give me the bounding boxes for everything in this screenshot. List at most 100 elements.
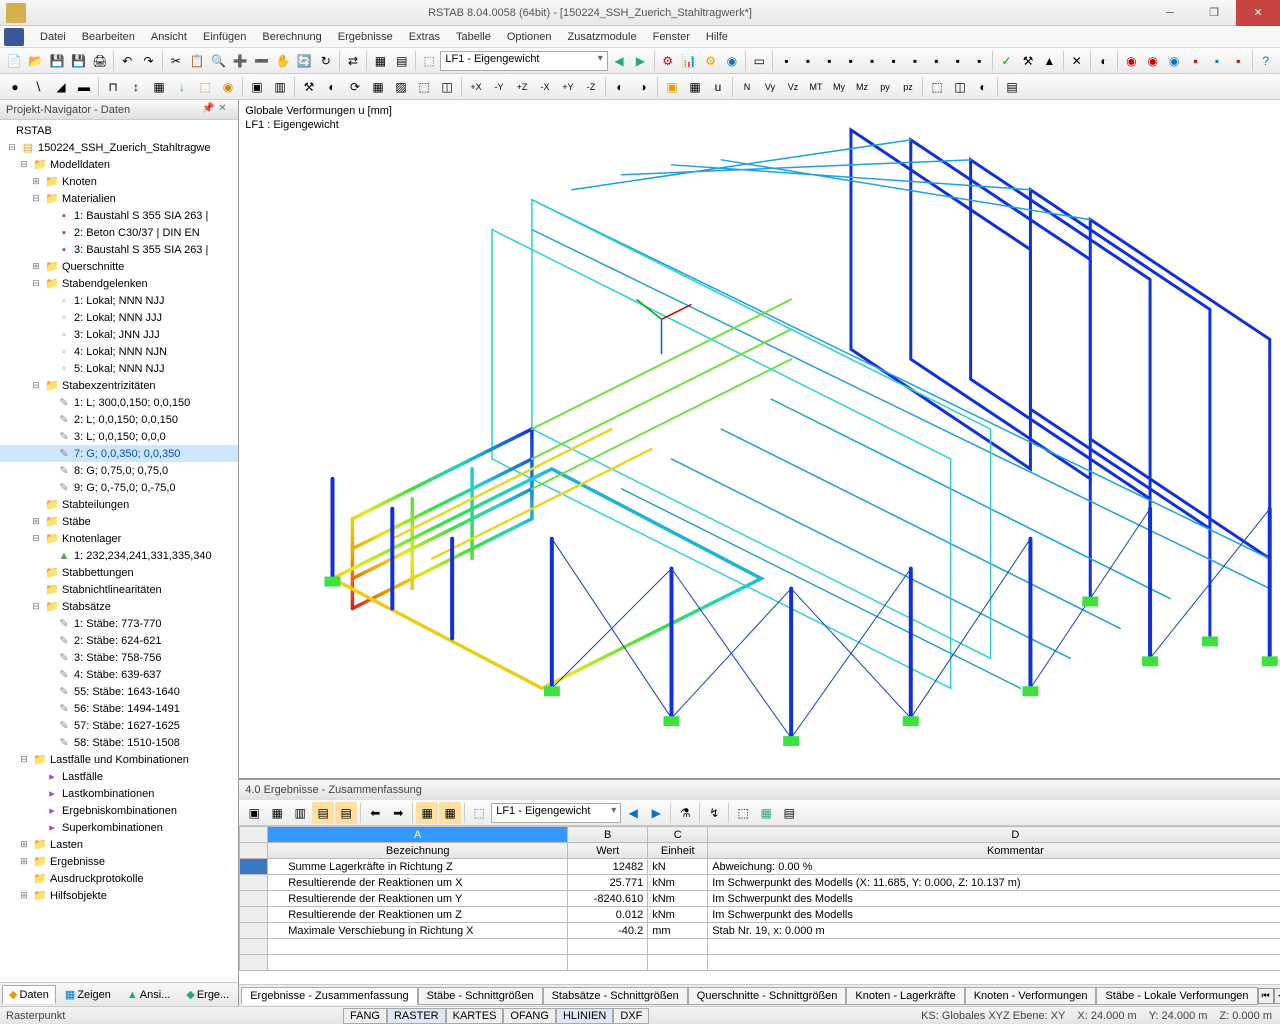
- new-icon[interactable]: 📄: [4, 50, 24, 72]
- t13-icon[interactable]: ▲: [1039, 50, 1059, 72]
- tree-ss-4[interactable]: ✎4: Stäbe: 639-637: [0, 666, 238, 683]
- zoom-icon[interactable]: 🔍: [209, 50, 229, 72]
- menu-ansicht[interactable]: Ansicht: [143, 29, 195, 45]
- res-tab-stabsaetze[interactable]: Stabsätze - Schnittgrößen: [543, 987, 688, 1005]
- menu-ergebnisse[interactable]: Ergebnisse: [330, 29, 401, 45]
- menu-fenster[interactable]: Fenster: [645, 29, 698, 45]
- nav-tab-ansichten[interactable]: ▲Ansi...: [120, 986, 177, 1004]
- rt-filter-icon[interactable]: ⚗: [674, 802, 696, 824]
- t6-icon[interactable]: ▪: [883, 50, 903, 72]
- tree-ex-8[interactable]: ✎8: G; 0,75,0; 0,75,0: [0, 462, 238, 479]
- display-icon[interactable]: ▭: [749, 50, 769, 72]
- table-row[interactable]: Resultierende der Reaktionen um X25.771k…: [240, 875, 1280, 891]
- res-tab-knoten-verf[interactable]: Knoten - Verformungen: [965, 987, 1097, 1005]
- zoomout-icon[interactable]: ➖: [251, 50, 271, 72]
- t4-icon[interactable]: ▪: [841, 50, 861, 72]
- module-icon[interactable]: ◉: [722, 50, 742, 72]
- tree-ss-3[interactable]: ✎3: Stäbe: 758-756: [0, 649, 238, 666]
- tree-mat-3[interactable]: ▪3: Baustahl S 355 SIA 263 |: [0, 241, 238, 258]
- window-icon[interactable]: ▦: [370, 50, 390, 72]
- results-grid[interactable]: A B C D Bezeichnung Wert Einheit Komment…: [239, 826, 1280, 984]
- tree-stabteilungen[interactable]: 📁Stabteilungen: [0, 496, 238, 513]
- navigator-close-icon[interactable]: ✕: [218, 103, 232, 117]
- menu-tabelle[interactable]: Tabelle: [448, 29, 499, 45]
- tree-file[interactable]: ⊟▤150224_SSH_Zuerich_Stahltragwe: [0, 139, 238, 156]
- rt-8-icon[interactable]: ▦: [416, 802, 438, 824]
- minimize-button[interactable]: ─: [1148, 0, 1192, 26]
- r2-6-icon[interactable]: ↕: [125, 76, 147, 98]
- 3d-viewport[interactable]: Globale Verformungen u [mm] LF1 : Eigeng…: [239, 100, 1280, 778]
- table-row[interactable]: Summe Lagerkräfte in Richtung Z12482kNAb…: [240, 859, 1280, 875]
- t2-icon[interactable]: ▪: [798, 50, 818, 72]
- tree-ex-9[interactable]: ✎9: G; 0,-75,0; 0,-75,0: [0, 479, 238, 496]
- tree-sk[interactable]: ▸Superkombinationen: [0, 819, 238, 836]
- status-kartes[interactable]: KARTES: [446, 1008, 504, 1024]
- tree-modelldaten[interactable]: ⊟📁Modelldaten: [0, 156, 238, 173]
- help-icon[interactable]: ?: [1256, 50, 1276, 72]
- r2-12-icon[interactable]: ▥: [269, 76, 291, 98]
- t17-icon[interactable]: ◉: [1143, 50, 1163, 72]
- r2-3-icon[interactable]: ◢: [50, 76, 72, 98]
- menu-einfuegen[interactable]: Einfügen: [195, 29, 254, 45]
- drag-icon[interactable]: ⇄: [343, 50, 363, 72]
- col-d-header[interactable]: D: [708, 827, 1280, 843]
- tree-materialien[interactable]: ⊟📁Materialien: [0, 190, 238, 207]
- tree-root[interactable]: RSTAB: [0, 122, 238, 139]
- r2-mt-icon[interactable]: MT: [805, 76, 827, 98]
- tree-ex-2[interactable]: ✎2: L; 0,0,150; 0,0,150: [0, 411, 238, 428]
- check-icon[interactable]: ⚙: [700, 50, 720, 72]
- rt-4-icon[interactable]: ▤: [312, 802, 334, 824]
- t12-icon[interactable]: ⚒: [1018, 50, 1038, 72]
- results-loadcase-combo[interactable]: LF1 - Eigengewicht: [491, 803, 621, 823]
- copy-icon[interactable]: 📋: [187, 50, 207, 72]
- r2-14-icon[interactable]: ◐: [321, 76, 343, 98]
- tree-stabsaetze[interactable]: ⊟📁Stabsätze: [0, 598, 238, 615]
- cut-icon[interactable]: ✂: [166, 50, 186, 72]
- tree-ss-57[interactable]: ✎57: Stäbe: 1627-1625: [0, 717, 238, 734]
- menu-berechnung[interactable]: Berechnung: [254, 29, 329, 45]
- saveall-icon[interactable]: 💾: [68, 50, 88, 72]
- r2-27-icon[interactable]: ◑: [632, 76, 654, 98]
- tree-ss-2[interactable]: ✎2: Stäbe: 624-621: [0, 632, 238, 649]
- view-mz-icon[interactable]: -Z: [580, 76, 602, 98]
- r2-11-icon[interactable]: ▣: [246, 76, 268, 98]
- r2-41-icon[interactable]: ◫: [949, 76, 971, 98]
- tree-lf[interactable]: ▸Lastfälle: [0, 768, 238, 785]
- rt-6-icon[interactable]: ⬅: [364, 802, 386, 824]
- rt-export-icon[interactable]: ⬚: [732, 802, 754, 824]
- tree-stabendgelenke[interactable]: ⊟📁Stabendgelenken: [0, 275, 238, 292]
- navigator-tree[interactable]: RSTAB ⊟▤150224_SSH_Zuerich_Stahltragwe ⊟…: [0, 120, 238, 982]
- t8-icon[interactable]: ▪: [926, 50, 946, 72]
- r2-vz-icon[interactable]: Vz: [782, 76, 804, 98]
- status-hlinien[interactable]: HLINIEN: [556, 1008, 613, 1024]
- tree-ausdruck[interactable]: 📁Ausdruckprotokolle: [0, 870, 238, 887]
- menu-hilfe[interactable]: Hilfe: [698, 29, 736, 45]
- tree-lk[interactable]: ▸Lastkombinationen: [0, 785, 238, 802]
- close-button[interactable]: ✕: [1236, 0, 1280, 26]
- r2-29-icon[interactable]: ▦: [684, 76, 706, 98]
- tree-ss-56[interactable]: ✎56: Stäbe: 1494-1491: [0, 700, 238, 717]
- tree-ergebnisse[interactable]: ⊞📁Ergebnisse: [0, 853, 238, 870]
- status-ofang[interactable]: OFANG: [503, 1008, 556, 1024]
- rt-2-icon[interactable]: ▦: [266, 802, 288, 824]
- refresh-icon[interactable]: ↻: [316, 50, 336, 72]
- rt-action-icon[interactable]: ↯: [703, 802, 725, 824]
- view-mx-icon[interactable]: -X: [534, 76, 556, 98]
- r2-my-icon[interactable]: My: [828, 76, 850, 98]
- rt-axis-icon[interactable]: ⬚: [468, 802, 490, 824]
- r2-16-icon[interactable]: ▦: [367, 76, 389, 98]
- redo-icon[interactable]: ↷: [138, 50, 158, 72]
- r2-42-icon[interactable]: ◐: [972, 76, 994, 98]
- tree-hilfs[interactable]: ⊞📁Hilfsobjekte: [0, 887, 238, 904]
- tree-stabbettungen[interactable]: 📁Stabbettungen: [0, 564, 238, 581]
- rt-excel-icon[interactable]: ▦: [755, 802, 777, 824]
- t9-icon[interactable]: ▪: [948, 50, 968, 72]
- menu-extras[interactable]: Extras: [401, 29, 448, 45]
- t11-icon[interactable]: ✓: [996, 50, 1016, 72]
- view-my-icon[interactable]: -Y: [488, 76, 510, 98]
- t21-icon[interactable]: ▪: [1228, 50, 1248, 72]
- r2-26-icon[interactable]: ◐: [609, 76, 631, 98]
- r2-vy-icon[interactable]: Vy: [759, 76, 781, 98]
- r2-7-icon[interactable]: ▦: [148, 76, 170, 98]
- arrow-icon[interactable]: ↓: [171, 76, 193, 98]
